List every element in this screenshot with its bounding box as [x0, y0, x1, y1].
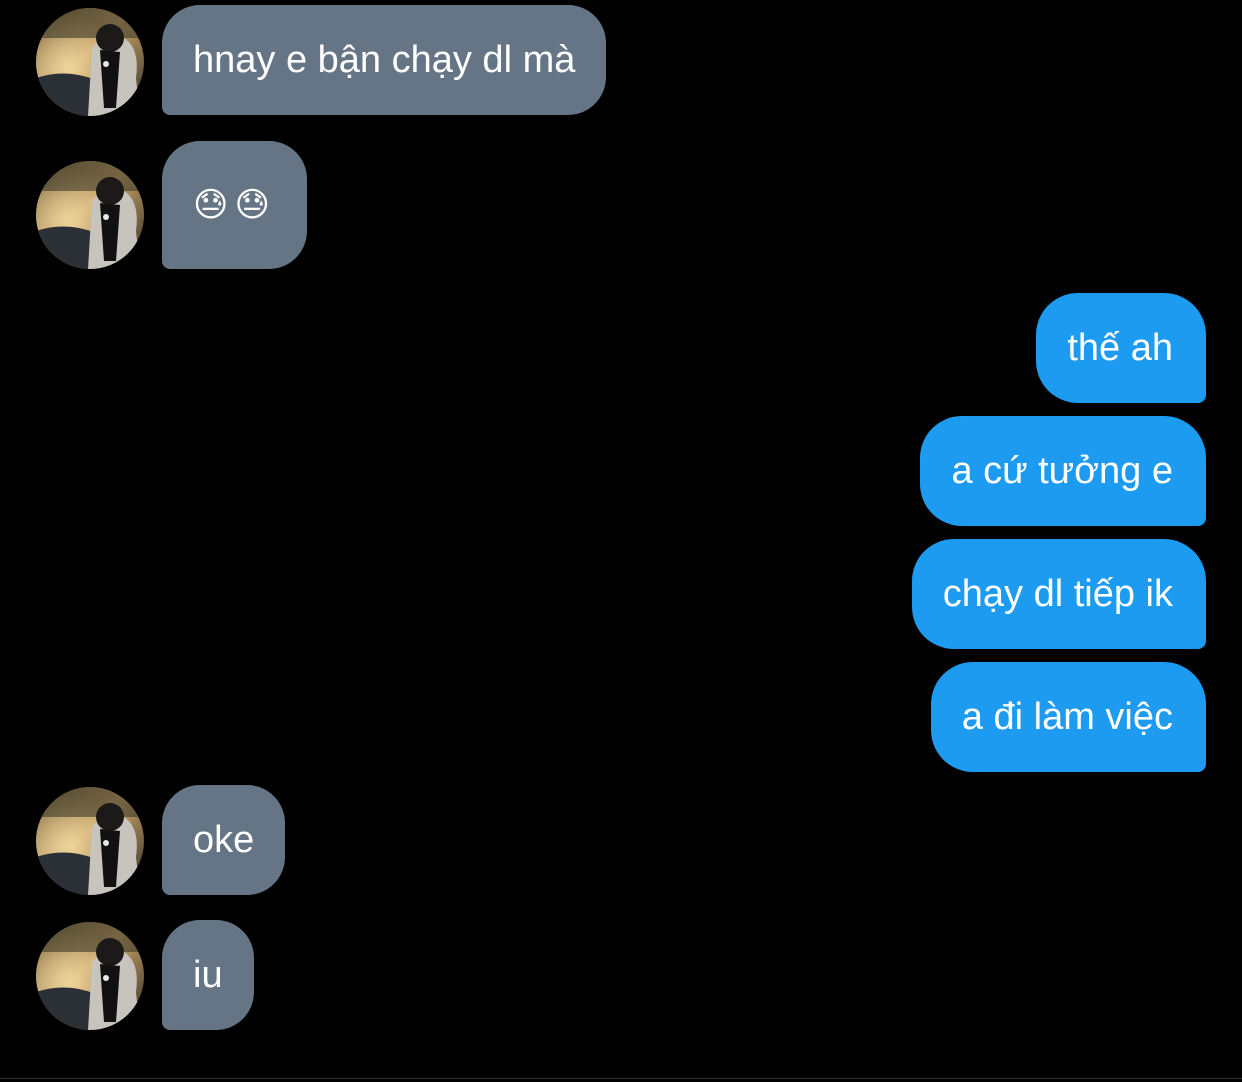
divider	[0, 1078, 1242, 1079]
message-bubble-outgoing[interactable]: thế ah	[1036, 293, 1206, 403]
message-bubble-incoming[interactable]: oke	[162, 785, 286, 895]
avatar-4[interactable]	[36, 922, 144, 1030]
message-bubble-outgoing[interactable]: chạy dl tiếp ik	[911, 539, 1206, 649]
message-bubble-incoming-emoji[interactable]: 😓😓	[162, 141, 307, 269]
avatar-2[interactable]	[36, 161, 144, 269]
message-bubble-incoming[interactable]: hnay e bận chạy dl mà	[162, 5, 607, 115]
avatar-1[interactable]	[36, 8, 144, 116]
message-bubble-outgoing[interactable]: a đi làm việc	[930, 662, 1206, 772]
message-bubble-outgoing[interactable]: a cứ tưởng e	[920, 416, 1206, 526]
avatar-3[interactable]	[36, 787, 144, 895]
message-bubble-incoming[interactable]: iu	[162, 920, 254, 1030]
